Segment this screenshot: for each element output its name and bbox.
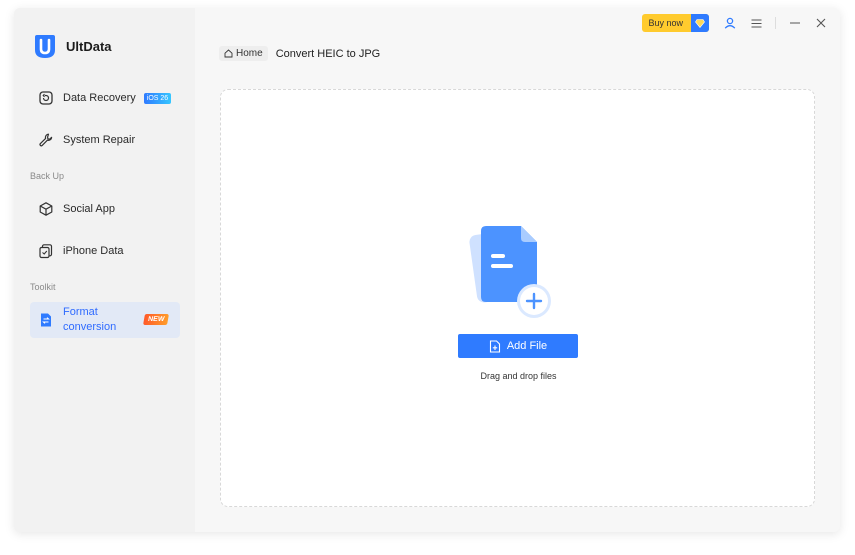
minimize-icon[interactable] (788, 16, 802, 30)
buy-now-label: Buy now (648, 18, 683, 28)
app-window: UltData Data Recovery iOS 26 System Repa… (14, 8, 840, 532)
home-icon (224, 49, 233, 58)
title-bar-divider (775, 17, 776, 29)
page-title: Convert HEIC to JPG (275, 47, 381, 60)
close-icon[interactable] (814, 16, 828, 30)
section-label-backup: Back Up (30, 171, 65, 181)
sidebar-item-format-conversion[interactable]: Format conversion NEW (30, 302, 180, 338)
file-drop-zone[interactable]: Add File Drag and drop files (220, 89, 815, 507)
ios-badge: iOS 26 (143, 92, 172, 104)
breadcrumb: Home Convert HEIC to JPG (219, 46, 380, 61)
sidebar-item-system-repair[interactable]: System Repair (30, 122, 180, 158)
phone-data-icon (39, 244, 53, 259)
breadcrumb-home[interactable]: Home (219, 46, 268, 61)
sidebar-item-label: Data Recovery (63, 91, 136, 104)
section-label-toolkit: Toolkit (30, 282, 56, 292)
add-file-icon (489, 339, 500, 353)
sidebar-item-data-recovery[interactable]: Data Recovery iOS 26 (30, 80, 180, 116)
sidebar-item-label: Format conversion (63, 306, 117, 333)
new-badge: NEW (142, 314, 169, 325)
format-conversion-icon (41, 313, 51, 327)
add-file-label: Add File (506, 340, 548, 352)
sidebar-item-label: iPhone Data (63, 244, 124, 257)
drag-drop-hint: Drag and drop files (480, 371, 557, 381)
title-bar: Buy now (642, 14, 828, 32)
sidebar-item-iphone-data[interactable]: iPhone Data (30, 233, 180, 269)
diamond-icon (691, 14, 709, 32)
user-icon[interactable] (723, 16, 737, 30)
sidebar-item-label: Social App (63, 202, 115, 215)
sidebar-item-label: System Repair (63, 133, 136, 146)
menu-icon[interactable] (749, 16, 763, 30)
main-panel: Buy now Home Convert HEIC to JPG Add Fil… (195, 8, 840, 532)
data-recovery-icon (39, 91, 53, 105)
breadcrumb-home-label: Home (236, 48, 263, 59)
app-name: UltData (66, 39, 112, 54)
wrench-icon (39, 133, 53, 147)
add-file-button[interactable]: Add File (458, 334, 578, 358)
app-logo: UltData (34, 34, 112, 59)
cube-icon (39, 202, 53, 216)
file-add-icon (469, 226, 551, 318)
buy-now-button[interactable]: Buy now (642, 14, 709, 32)
sidebar: UltData Data Recovery iOS 26 System Repa… (14, 8, 195, 532)
sidebar-item-social-app[interactable]: Social App (30, 191, 180, 227)
ultdata-logo-icon (35, 35, 55, 58)
